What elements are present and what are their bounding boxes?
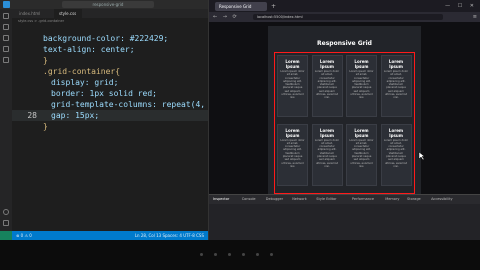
- code-text: gap: 15px;: [51, 111, 100, 120]
- card-text: Lorem ipsum dolor sit amet, consectetur …: [349, 138, 374, 168]
- navigation-buttons[interactable]: ← → ⟳: [213, 12, 239, 22]
- browser-viewport: Responsive Grid Lorem Ipsum Lorem ipsum d…: [209, 22, 480, 194]
- card-text: Lorem ipsum dolor sit amet, consectetur …: [280, 138, 305, 168]
- code-text: }: [43, 56, 48, 65]
- grid-card: Lorem Ipsum Lorem ipsum dolor sit amet, c…: [380, 55, 412, 117]
- account-icon[interactable]: [3, 209, 9, 215]
- card-title: Lorem Ipsum: [354, 127, 369, 138]
- settings-gear-icon[interactable]: [3, 220, 9, 226]
- taskbar-icon[interactable]: [256, 253, 259, 256]
- devtools-tab-memory[interactable]: Memory: [385, 195, 399, 204]
- firefox-window: Responsive Grid + — ☐ ✕ ← → ⟳ localhost:…: [208, 0, 480, 240]
- devtools-tabs: Inspector Console Debugger Network Style Edi…: [209, 195, 480, 204]
- code-text: .grid-container{: [43, 67, 121, 76]
- card-title: Lorem Ipsum: [319, 127, 335, 138]
- source-control-icon[interactable]: [3, 35, 9, 41]
- grid-card: Lorem Ipsum Lorem ipsum dolor sit amet, c…: [311, 55, 343, 117]
- devtools-panel: Inspector Console Debugger Network Style Edi…: [209, 194, 480, 240]
- new-tab-button[interactable]: +: [271, 2, 276, 11]
- command-center-search[interactable]: responsive-grid: [62, 1, 154, 8]
- url-bar[interactable]: localhost:5500/index.html: [253, 14, 443, 20]
- window-controls[interactable]: — ☐ ✕: [445, 2, 477, 11]
- grid-card: Lorem Ipsum Lorem ipsum dolor sit amet, c…: [380, 123, 412, 186]
- devtools-tab-debugger[interactable]: Debugger: [266, 195, 283, 204]
- taskbar-icon[interactable]: [270, 253, 273, 256]
- search-icon[interactable]: [3, 24, 9, 30]
- vscode-window: responsive-grid index.html style.css sty…: [0, 0, 234, 240]
- code-line: display: grid;: [12, 77, 208, 88]
- taskbar-icon[interactable]: [214, 253, 217, 256]
- card-text: Lorem ipsum dolor sit amet, consectetur …: [314, 138, 340, 168]
- code-editor[interactable]: background-color: #222429; text-align: c…: [12, 25, 234, 235]
- card-title: Lorem Ipsum: [285, 127, 300, 138]
- code-line: }: [12, 55, 208, 66]
- taskbar-icon[interactable]: [200, 253, 203, 256]
- devtools-tab-accessibility[interactable]: Accessibility: [431, 195, 453, 204]
- grid-card: Lorem Ipsum Lorem ipsum dolor sit amet, c…: [311, 123, 343, 186]
- browser-tab[interactable]: Responsive Grid: [215, 2, 267, 11]
- code-text: grid-template-columns: repeat(4, 1fr);: [51, 100, 235, 109]
- code-text: text-align: center;: [43, 45, 135, 54]
- code-text: display: grid;: [51, 78, 119, 87]
- code-line: border: 1px solid red;: [12, 88, 208, 99]
- code-line: background-color: #222429;: [12, 33, 208, 44]
- card-text: Lorem ipsum dolor sit amet, consectetur …: [314, 70, 340, 100]
- line-number: 28: [27, 111, 37, 120]
- code-line: .grid-container{: [12, 66, 208, 77]
- devtools-tab-performance[interactable]: Performance: [352, 195, 374, 204]
- activity-bar: [0, 9, 12, 235]
- hamburger-menu-icon[interactable]: ≡: [473, 12, 477, 22]
- remote-indicator-icon[interactable]: [0, 231, 12, 240]
- browser-navbar: ← → ⟳ localhost:5500/index.html ≡: [209, 12, 480, 22]
- card-title: Lorem Ipsum: [388, 59, 404, 69]
- card-text: Lorem ipsum dolor sit amet, consectetur …: [383, 138, 409, 168]
- card-title: Lorem Ipsum: [319, 59, 335, 69]
- grid-container: Lorem Ipsum Lorem ipsum dolor sit amet, c…: [274, 52, 415, 194]
- problems-status[interactable]: ⊗ 0 ⚠ 0: [16, 231, 32, 240]
- card-text: Lorem ipsum dolor sit amet, consectetur …: [383, 70, 409, 100]
- devtools-tab-network[interactable]: Network: [292, 195, 307, 204]
- devtools-tab-storage[interactable]: Storage: [407, 195, 421, 204]
- code-text: }: [43, 122, 48, 131]
- taskbar-icon[interactable]: [242, 253, 245, 256]
- cursor-position-status[interactable]: Ln 28, Col 13 Spaces: 4 UTF-8 CSS: [135, 231, 204, 240]
- page-body: Responsive Grid Lorem Ipsum Lorem ipsum d…: [268, 26, 421, 194]
- browser-tabbar: Responsive Grid + — ☐ ✕: [209, 0, 480, 12]
- devtools-tab-inspector[interactable]: Inspector: [213, 195, 229, 204]
- card-text: Lorem ipsum dolor sit amet, consectetur …: [349, 70, 374, 100]
- code-text: border: 1px solid red;: [51, 89, 157, 98]
- card-title: Lorem Ipsum: [388, 127, 404, 138]
- grid-card: Lorem Ipsum Lorem ipsum dolor sit amet, c…: [346, 123, 377, 186]
- tab-style-css[interactable]: style.css: [54, 9, 82, 18]
- code-line: text-align: center;: [12, 44, 208, 55]
- devtools-tab-console[interactable]: Console: [242, 195, 256, 204]
- code-text: background-color: #222429;: [43, 34, 169, 43]
- mouse-cursor-icon: [418, 151, 426, 161]
- code-line: grid-template-columns: repeat(4, 1fr);: [12, 99, 234, 110]
- code-line: }: [12, 121, 208, 132]
- grid-card: Lorem Ipsum Lorem ipsum dolor sit amet, c…: [346, 55, 377, 117]
- page-title: Responsive Grid: [317, 40, 372, 47]
- breadcrumb[interactable]: style.css > .grid-container: [12, 18, 208, 25]
- card-text: Lorem ipsum dolor sit amet, consectetur …: [280, 70, 305, 100]
- grid-card: Lorem Ipsum Lorem ipsum dolor sit amet, c…: [277, 55, 308, 117]
- taskbar-icon[interactable]: [228, 253, 231, 256]
- code-line-current: 28 gap: 15px;: [12, 110, 208, 121]
- vscode-titlebar: responsive-grid: [0, 0, 208, 9]
- extensions-icon[interactable]: [3, 57, 9, 63]
- status-bar: ⊗ 0 ⚠ 0 Ln 28, Col 13 Spaces: 4 UTF-8 CS…: [0, 231, 208, 240]
- explorer-icon[interactable]: [3, 13, 9, 19]
- grid-card: Lorem Ipsum Lorem ipsum dolor sit amet, c…: [277, 123, 308, 186]
- vscode-logo-icon: [3, 1, 10, 8]
- taskbar: [0, 240, 480, 270]
- card-title: Lorem Ipsum: [285, 59, 300, 69]
- editor-tabs: index.html style.css: [12, 9, 208, 18]
- tab-index-html[interactable]: index.html: [14, 9, 50, 18]
- devtools-tab-style-editor[interactable]: Style Editor: [316, 195, 336, 204]
- card-title: Lorem Ipsum: [354, 59, 369, 69]
- run-debug-icon[interactable]: [3, 46, 9, 52]
